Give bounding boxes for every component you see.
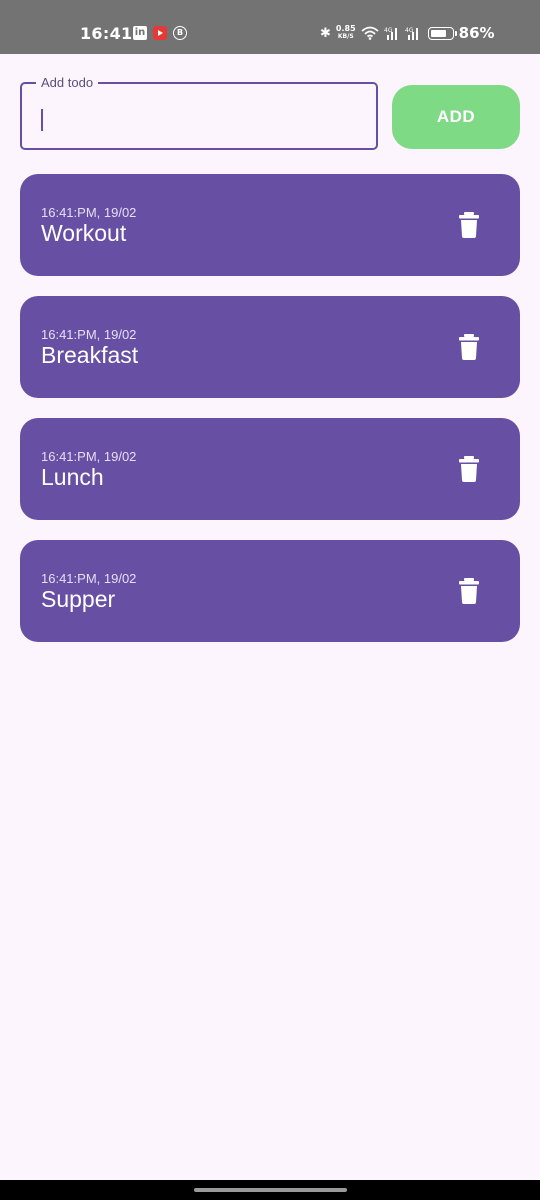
text-cursor	[41, 109, 43, 131]
linkedin-icon: in	[133, 26, 147, 40]
wifi-icon	[361, 26, 379, 40]
trash-icon[interactable]	[458, 456, 480, 482]
todo-timestamp: 16:41:PM, 19/02	[41, 571, 137, 586]
status-time: 16:41	[80, 24, 133, 43]
todo-title: Breakfast	[41, 342, 139, 368]
todo-title: Supper	[41, 586, 116, 612]
network-speed: 0.85 KB/S	[336, 25, 356, 41]
network-speed-value: 0.85	[335, 24, 356, 33]
todo-timestamp: 16:41:PM, 19/02	[41, 205, 137, 220]
trash-icon[interactable]	[458, 578, 480, 604]
home-gesture-handle[interactable]	[194, 1188, 347, 1192]
navigation-bar	[0, 1180, 540, 1200]
signal-icon: 4G	[405, 27, 418, 40]
b-circle-icon: B	[173, 26, 187, 40]
todo-item[interactable]: 16:41:PM, 19/02 Workout	[20, 174, 520, 276]
status-bar: 16:41 in B ✱ 0.85 KB/S 4G 4G 86%	[0, 0, 540, 54]
youtube-icon	[153, 26, 167, 40]
add-todo-field[interactable]: Add todo	[20, 75, 378, 150]
add-todo-input[interactable]	[38, 100, 362, 136]
signal-icon: 4G	[384, 27, 397, 40]
notification-icons: in B	[133, 26, 187, 40]
trash-icon[interactable]	[458, 212, 480, 238]
add-button[interactable]: ADD	[392, 85, 520, 149]
battery-icon	[427, 26, 457, 40]
trash-icon[interactable]	[458, 334, 480, 360]
todo-timestamp: 16:41:PM, 19/02	[41, 327, 137, 342]
todo-item[interactable]: 16:41:PM, 19/02 Breakfast	[20, 296, 520, 398]
todo-item[interactable]: 16:41:PM, 19/02 Supper	[20, 540, 520, 642]
bluetooth-icon: ✱	[320, 25, 331, 41]
todo-item[interactable]: 16:41:PM, 19/02 Lunch	[20, 418, 520, 520]
todo-title: Workout	[41, 220, 127, 246]
add-todo-label: Add todo	[36, 75, 99, 90]
network-speed-unit: KB/S	[337, 33, 354, 40]
todo-timestamp: 16:41:PM, 19/02	[41, 449, 137, 464]
battery-percent: 86%	[458, 24, 495, 42]
system-icons: ✱ 0.85 KB/S 4G 4G 86%	[320, 24, 495, 42]
todo-title: Lunch	[41, 464, 104, 490]
